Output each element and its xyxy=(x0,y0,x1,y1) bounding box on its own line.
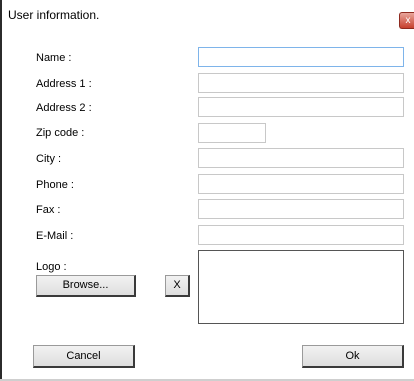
city-input[interactable] xyxy=(199,150,403,168)
name-input[interactable] xyxy=(199,49,403,67)
name-field[interactable] xyxy=(198,47,404,67)
name-label: Name : xyxy=(36,52,72,64)
ok-button[interactable]: Ok xyxy=(302,345,404,368)
phone-label: Phone : xyxy=(36,179,74,191)
close-icon: x xyxy=(405,15,411,26)
user-information-dialog: User information. x Name : Address 1 : A… xyxy=(0,0,414,381)
logo-label: Logo : xyxy=(36,261,67,273)
fax-label: Fax : xyxy=(36,204,61,216)
phone-input[interactable] xyxy=(199,176,403,194)
zip-code-field[interactable] xyxy=(198,123,266,143)
city-label: City : xyxy=(36,153,62,165)
address1-input[interactable] xyxy=(199,75,403,93)
address2-field[interactable] xyxy=(198,97,404,117)
email-input[interactable] xyxy=(199,227,403,245)
logo-preview xyxy=(198,250,404,324)
email-field[interactable] xyxy=(198,225,404,245)
browse-button[interactable]: Browse... xyxy=(36,275,136,297)
fax-field[interactable] xyxy=(198,199,404,219)
cancel-button[interactable]: Cancel xyxy=(33,345,135,368)
email-label: E-Mail : xyxy=(36,230,74,242)
city-field[interactable] xyxy=(198,148,404,168)
window-title: User information. xyxy=(8,8,100,22)
fax-input[interactable] xyxy=(199,201,403,219)
address2-input[interactable] xyxy=(199,99,403,117)
window-left-border xyxy=(0,0,2,381)
zip-code-input[interactable] xyxy=(199,125,265,143)
close-button[interactable]: x xyxy=(399,12,414,29)
address1-label: Address 1 : xyxy=(36,78,92,90)
phone-field[interactable] xyxy=(198,174,404,194)
address1-field[interactable] xyxy=(198,73,404,93)
address2-label: Address 2 : xyxy=(36,102,92,114)
zip-code-label: Zip code : xyxy=(36,127,85,139)
title-bar: User information. x xyxy=(2,0,414,29)
clear-logo-button[interactable]: X xyxy=(165,275,190,297)
